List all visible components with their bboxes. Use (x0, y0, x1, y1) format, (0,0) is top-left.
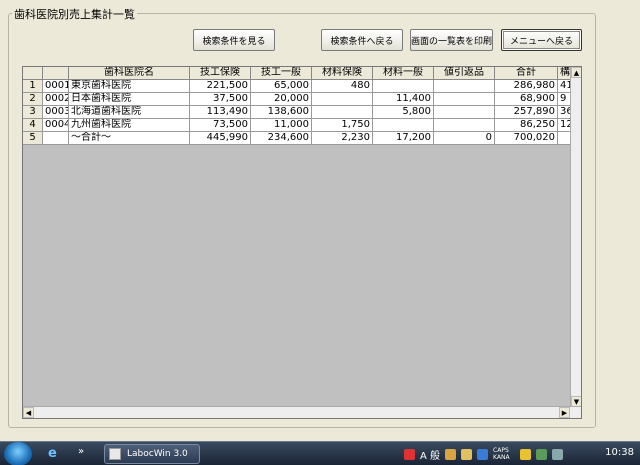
network-icon[interactable] (536, 448, 548, 460)
ime-icon[interactable] (404, 448, 415, 460)
clinic-code (43, 132, 69, 145)
clinic-code: 0003 (43, 106, 69, 119)
gihoken-value: 73,500 (190, 119, 251, 132)
horizontal-scrollbar[interactable]: ◀ ▶ (23, 406, 581, 418)
gihoken-value: 37,500 (190, 93, 251, 106)
nebiki-value: 0 (434, 132, 495, 145)
zaihoken-value (312, 93, 373, 106)
gihoken-value: 113,490 (190, 106, 251, 119)
row-number: 1 (23, 80, 43, 93)
data-grid[interactable]: 歯科医院名 技工保険 技工一般 材料保険 材料一般 値引返品 合計 構成 1 0… (22, 66, 582, 419)
giippan-value: 234,600 (251, 132, 312, 145)
tool-icon[interactable] (445, 448, 457, 460)
clinic-code: 0004 (43, 119, 69, 132)
zaihoken-value: 480 (312, 80, 373, 93)
row-number: 3 (23, 106, 43, 119)
vertical-scrollbar[interactable]: ▲ ▼ (570, 67, 581, 407)
col-header-nebiki[interactable]: 値引返品 (434, 67, 495, 80)
back-to-conditions-button[interactable]: 検索条件へ戻る (321, 29, 403, 51)
back-to-menu-button[interactable]: メニューへ戻る (501, 29, 582, 51)
col-header-code (43, 67, 69, 80)
total-value: 86,250 (495, 119, 558, 132)
col-header-total[interactable]: 合計 (495, 67, 558, 80)
col-header-zaiippan[interactable]: 材料一般 (373, 67, 434, 80)
clinic-name: 日本歯科医院 (69, 93, 190, 106)
clinic-name: 東京歯科医院 (69, 80, 190, 93)
giippan-value: 65,000 (251, 80, 312, 93)
zaiippan-value: 5,800 (373, 106, 434, 119)
scroll-left-icon[interactable]: ◀ (23, 407, 34, 418)
table-row[interactable]: 2 0002 日本歯科医院 37,500 20,000 11,400 68,90… (23, 93, 572, 106)
clinic-name: 北海道歯科医院 (69, 106, 190, 119)
clinic-name: 九州歯科医院 (69, 119, 190, 132)
quicklaunch-chevron-icon[interactable]: » (78, 446, 84, 457)
taskbar: e » LabocWin 3.0 A 般 CAPS KANA 10:38 (0, 441, 640, 465)
clinic-code: 0002 (43, 93, 69, 106)
clock: 10:38 (605, 447, 634, 458)
col-header-giippan[interactable]: 技工一般 (251, 67, 312, 80)
total-value: 700,020 (495, 132, 558, 145)
giippan-value: 138,600 (251, 106, 312, 119)
caps-kana-indicator: CAPS KANA (493, 447, 510, 461)
help-icon[interactable] (477, 448, 489, 460)
scroll-right-icon[interactable]: ▶ (559, 407, 570, 418)
col-header-zaihoken[interactable]: 材料保険 (312, 67, 373, 80)
giippan-value: 20,000 (251, 93, 312, 106)
speaker-icon[interactable] (552, 448, 564, 460)
start-button[interactable] (4, 442, 32, 465)
gihoken-value: 221,500 (190, 80, 251, 93)
view-conditions-button[interactable]: 検索条件を見る (193, 29, 275, 51)
zaiippan-value (373, 80, 434, 93)
key-icon[interactable] (520, 448, 532, 460)
nebiki-value (434, 93, 495, 106)
gihoken-value: 445,990 (190, 132, 251, 145)
clinic-code: 0001 (43, 80, 69, 93)
total-value: 68,900 (495, 93, 558, 106)
nebiki-value (434, 119, 495, 132)
clinic-name: ～合計～ (69, 132, 190, 145)
ime-mode[interactable]: A 般 (420, 447, 440, 462)
row-number: 2 (23, 93, 43, 106)
total-row[interactable]: 5 ～合計～ 445,990 234,600 2,230 17,200 0 70… (23, 132, 572, 145)
total-value: 257,890 (495, 106, 558, 119)
zaihoken-value: 2,230 (312, 132, 373, 145)
col-header-name[interactable]: 歯科医院名 (69, 67, 190, 80)
scroll-up-icon[interactable]: ▲ (571, 67, 581, 78)
app-window-icon (109, 448, 121, 460)
taskbar-item-labocwin[interactable]: LabocWin 3.0 (104, 444, 200, 464)
giippan-value: 11,000 (251, 119, 312, 132)
internet-explorer-icon[interactable]: e (48, 447, 64, 461)
zaihoken-value: 1,750 (312, 119, 373, 132)
total-value: 286,980 (495, 80, 558, 93)
zaiippan-value (373, 119, 434, 132)
zaiippan-value: 11,400 (373, 93, 434, 106)
row-number: 4 (23, 119, 43, 132)
zaihoken-value (312, 106, 373, 119)
print-list-button[interactable]: 画面の一覧表を印刷 (410, 29, 493, 51)
col-header-rownum (23, 67, 43, 80)
table-row[interactable]: 4 0004 九州歯科医院 73,500 11,000 1,750 86,250… (23, 119, 572, 132)
nebiki-value (434, 106, 495, 119)
header-row: 歯科医院名 技工保険 技工一般 材料保険 材料一般 値引返品 合計 構成 (23, 67, 572, 80)
nebiki-value (434, 80, 495, 93)
panel-title: 歯科医院別売上集計一覧 (12, 6, 137, 22)
zaiippan-value: 17,200 (373, 132, 434, 145)
system-tray: A 般 CAPS KANA (400, 444, 640, 464)
folder-icon[interactable] (461, 448, 473, 460)
taskbar-item-label: LabocWin 3.0 (127, 449, 188, 459)
col-header-gihoken[interactable]: 技工保険 (190, 67, 251, 80)
table-row[interactable]: 1 0001 東京歯科医院 221,500 65,000 480 286,980… (23, 80, 572, 93)
table-row[interactable]: 3 0003 北海道歯科医院 113,490 138,600 5,800 257… (23, 106, 572, 119)
row-number: 5 (23, 132, 43, 145)
